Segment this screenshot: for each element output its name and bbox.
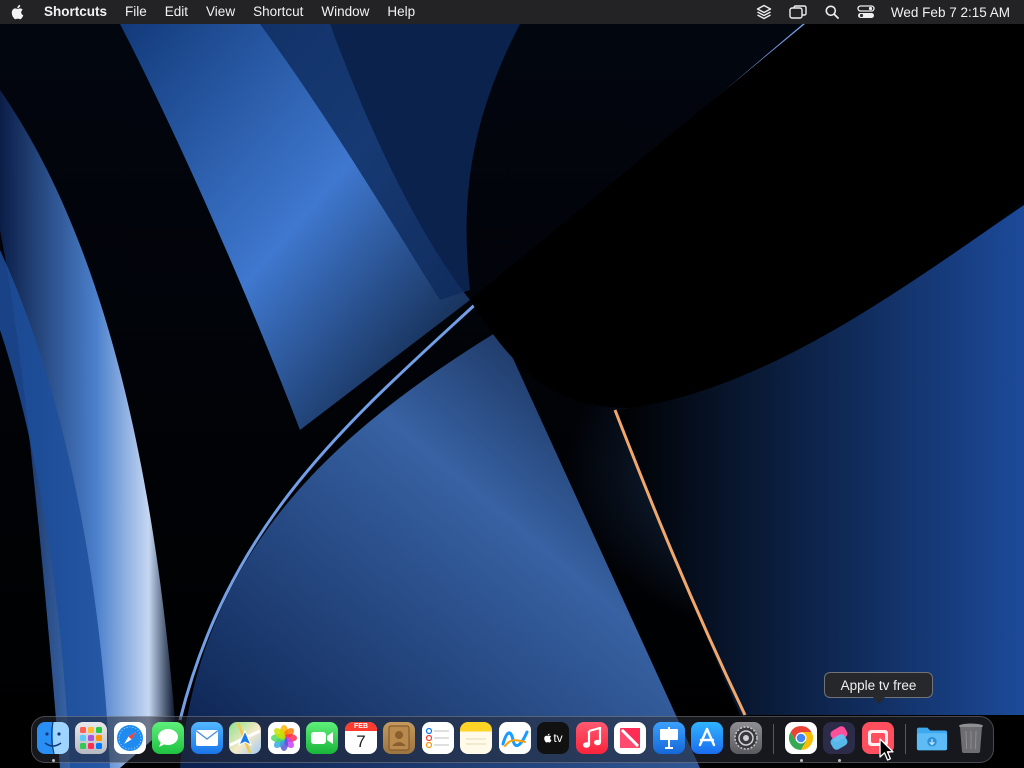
menu-view[interactable]: View xyxy=(197,0,244,24)
chrome-icon[interactable] xyxy=(785,722,817,754)
menu-bar-right: Wed Feb 7 2:15 AM xyxy=(747,0,1024,24)
app-store-icon[interactable] xyxy=(691,722,723,754)
launchpad-icon[interactable] xyxy=(75,722,107,754)
desktop-wallpaper xyxy=(0,0,1024,768)
keynote-icon[interactable] xyxy=(653,722,685,754)
trash-icon[interactable] xyxy=(955,722,987,754)
menu-bar-left: Shortcuts File Edit View Shortcut Window… xyxy=(0,0,424,24)
dock-tooltip: Apple tv free xyxy=(824,672,933,704)
apple-tv-icon[interactable]: tv xyxy=(537,722,569,754)
messages-icon[interactable] xyxy=(152,722,184,754)
dock: FEB 7 tv xyxy=(31,716,994,763)
safari-icon[interactable] xyxy=(114,722,146,754)
calendar-month-label: FEB xyxy=(345,722,377,731)
finder-running-indicator xyxy=(52,759,55,762)
contacts-icon[interactable] xyxy=(383,722,415,754)
screen-mirroring-icon[interactable] xyxy=(781,0,815,24)
chrome-running-indicator xyxy=(800,759,803,762)
system-settings-icon[interactable] xyxy=(730,722,762,754)
apple-tv-label: tv xyxy=(553,731,563,745)
apple-logo-icon[interactable] xyxy=(0,0,34,24)
photos-icon[interactable] xyxy=(268,722,300,754)
mail-icon[interactable] xyxy=(191,722,223,754)
search-icon[interactable] xyxy=(815,0,849,24)
menu-window[interactable]: Window xyxy=(312,0,378,24)
downloads-folder-icon[interactable] xyxy=(916,722,948,754)
menu-shortcut[interactable]: Shortcut xyxy=(244,0,312,24)
calendar-day-label: 7 xyxy=(356,732,366,751)
news-icon[interactable] xyxy=(614,722,646,754)
menu-app-name[interactable]: Shortcuts xyxy=(34,0,116,24)
stack-icon[interactable] xyxy=(747,0,781,24)
facetime-icon[interactable] xyxy=(306,722,338,754)
freeform-icon[interactable] xyxy=(499,722,531,754)
menu-bar-clock[interactable]: Wed Feb 7 2:15 AM xyxy=(883,5,1010,20)
menu-file[interactable]: File xyxy=(116,0,156,24)
mouse-cursor-icon xyxy=(879,738,894,761)
control-center-icon[interactable] xyxy=(849,0,883,24)
wallpaper-art xyxy=(0,22,1024,768)
maps-icon[interactable] xyxy=(229,722,261,754)
menu-bar: Shortcuts File Edit View Shortcut Window… xyxy=(0,0,1024,24)
shortcuts-icon[interactable] xyxy=(823,722,855,754)
shortcuts-running-indicator xyxy=(838,759,841,762)
calendar-icon[interactable]: FEB 7 xyxy=(345,722,377,754)
dock-tooltip-label: Apple tv free xyxy=(840,677,917,693)
dock-separator xyxy=(773,724,774,754)
reminders-icon[interactable] xyxy=(422,722,454,754)
music-icon[interactable] xyxy=(576,722,608,754)
notes-icon[interactable] xyxy=(460,722,492,754)
menu-help[interactable]: Help xyxy=(378,0,424,24)
menu-edit[interactable]: Edit xyxy=(156,0,197,24)
finder-icon[interactable] xyxy=(37,722,69,754)
dock-separator xyxy=(905,724,906,754)
